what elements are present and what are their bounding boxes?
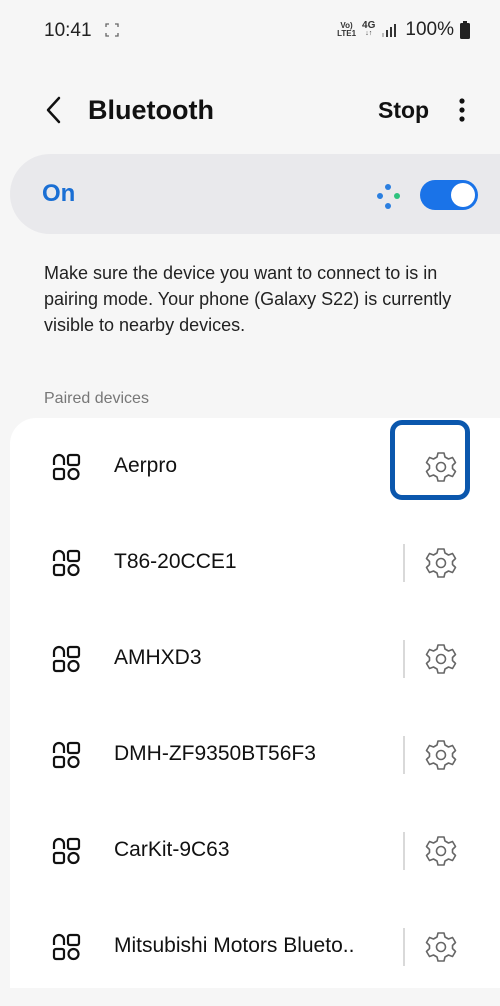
- device-name: Mitsubishi Motors Blueto..: [114, 934, 355, 957]
- signal-icon: [382, 24, 397, 37]
- device-name: CarKit-9C63: [114, 838, 230, 861]
- device-row-carkit[interactable]: CarKit-9C63: [10, 802, 500, 898]
- battery-percent: 100%: [405, 19, 454, 40]
- device-name: T86-20CCE1: [114, 550, 237, 573]
- settings-button-highlight: [390, 420, 470, 500]
- gear-icon[interactable]: [420, 926, 462, 968]
- back-arrow-icon: [46, 96, 61, 124]
- more-options-icon[interactable]: [450, 92, 474, 128]
- divider: [403, 832, 405, 870]
- device-row-dmh[interactable]: DMH-ZF9350BT56F3: [10, 706, 500, 802]
- switch-knob: [451, 183, 475, 207]
- device-row-mitsubishi[interactable]: Mitsubishi Motors Blueto..: [10, 898, 500, 994]
- battery-icon: [460, 21, 470, 39]
- paired-devices-header: Paired devices: [44, 390, 149, 407]
- device-row-amhxd3[interactable]: AMHXD3: [10, 610, 500, 706]
- toggle-state-label: On: [42, 180, 76, 207]
- screen-capture-icon: [105, 23, 119, 37]
- stop-button[interactable]: Stop: [378, 97, 429, 124]
- divider: [403, 544, 405, 582]
- back-button[interactable]: [36, 92, 72, 128]
- network-type-indicator: 4G ↓↑: [362, 20, 376, 38]
- bottom-strip: [0, 988, 500, 1006]
- pairing-info-text: Make sure the device you want to connect…: [44, 263, 452, 335]
- scanning-indicator-icon: [377, 184, 400, 209]
- bluetooth-toggle-row[interactable]: On: [10, 154, 500, 234]
- divider: [403, 736, 405, 774]
- device-name: Aerpro: [114, 454, 178, 477]
- bluetooth-switch[interactable]: [420, 180, 478, 210]
- gear-icon[interactable]: [420, 638, 462, 680]
- device-icon: [52, 645, 81, 673]
- gear-icon[interactable]: [420, 830, 462, 872]
- status-indicators: Vo) LTE1 4G ↓↑ 100%: [337, 19, 470, 41]
- device-icon: [52, 837, 81, 865]
- device-name: DMH-ZF9350BT56F3: [114, 742, 316, 765]
- device-icon: [52, 741, 81, 769]
- page-title: Bluetooth: [88, 95, 214, 125]
- volte-indicator: Vo) LTE1: [337, 21, 357, 38]
- gear-icon[interactable]: [420, 542, 462, 584]
- status-bar: 10:41 Vo) LTE1 4G ↓↑ 100%: [0, 0, 500, 60]
- device-row-t86[interactable]: T86-20CCE1: [10, 514, 500, 610]
- device-icon: [52, 549, 81, 577]
- divider: [403, 640, 405, 678]
- device-icon: [52, 453, 81, 481]
- divider: [403, 928, 405, 966]
- gear-icon[interactable]: [420, 734, 462, 776]
- paired-devices-list: Aerpro T86-20CCE1 AMHXD3 DMH-ZF9350BT56F…: [10, 418, 500, 998]
- device-icon: [52, 933, 81, 961]
- status-time: 10:41: [44, 20, 92, 41]
- app-header: Bluetooth Stop: [0, 82, 500, 138]
- device-name: AMHXD3: [114, 646, 202, 669]
